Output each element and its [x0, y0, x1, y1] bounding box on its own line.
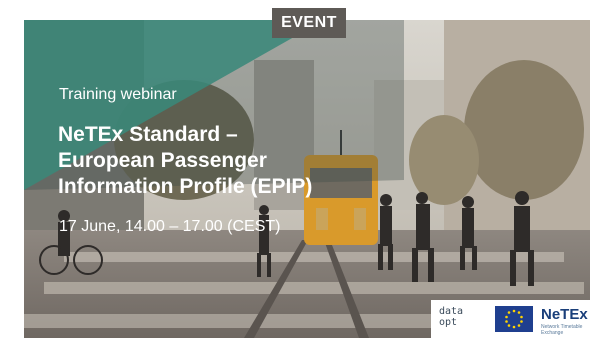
webinar-subtitle: Training webinar [59, 86, 177, 103]
webinar-title: NeTEx Standard – European Passenger Info… [58, 122, 398, 200]
eu-flag-icon [495, 306, 533, 332]
logo-strip: data opt NeTEx Network Timetable Exchang… [431, 300, 590, 338]
data-opt-logo: data opt [439, 306, 463, 328]
data-opt-line: opt [439, 317, 458, 328]
event-badge: EVENT [272, 8, 346, 38]
webinar-date: 17 June, 14.00 – 17.00 (CEST) [59, 218, 281, 235]
title-line: European Passenger [58, 149, 267, 172]
netex-logo: NeTEx [541, 306, 588, 323]
title-line: NeTEx Standard – [58, 123, 238, 146]
title-line: Information Profile (EPIP) [58, 175, 313, 198]
netex-logo-subtitle: Network Timetable Exchange [541, 324, 583, 336]
data-opt-line: data [439, 306, 464, 317]
